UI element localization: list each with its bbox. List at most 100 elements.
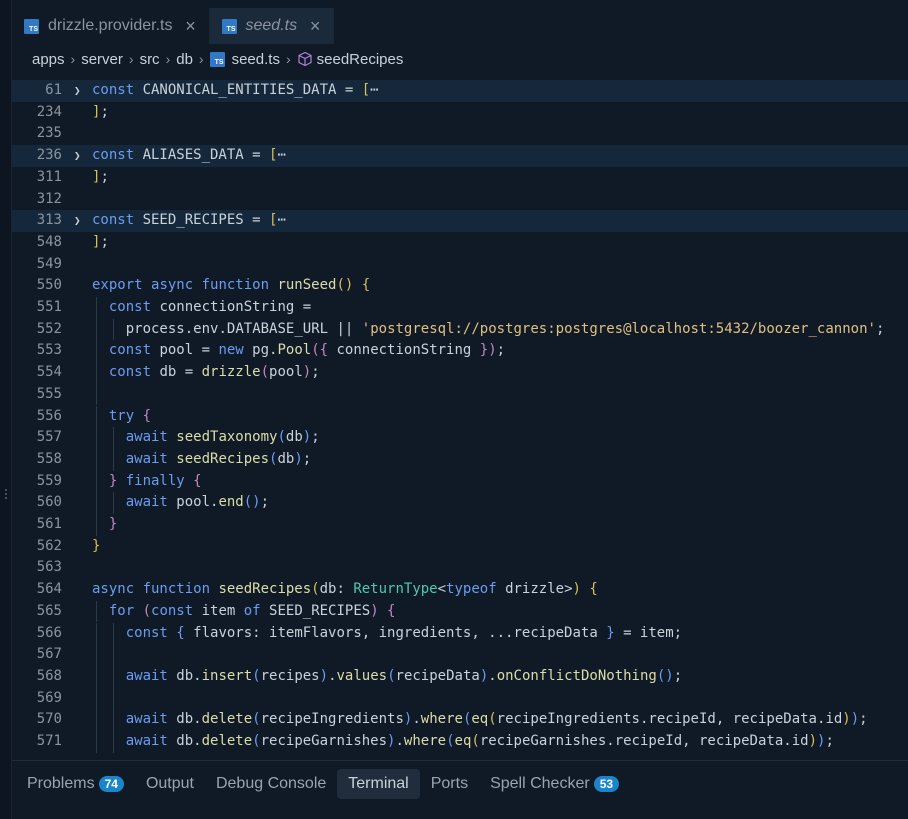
code-line[interactable]: 567: [12, 644, 908, 666]
code-token: (: [252, 667, 261, 684]
chevron-right-icon: ›: [198, 51, 204, 67]
code-line[interactable]: 61 ❯ const CANONICAL_ENTITIES_DATA = [⋯: [12, 80, 908, 102]
code-token: >: [564, 581, 573, 598]
indent-guide: [96, 600, 97, 623]
code-token: ;: [875, 320, 885, 337]
code-line[interactable]: 235: [12, 123, 908, 145]
code-token: db: [159, 364, 185, 381]
code-token: (: [252, 711, 261, 728]
code-line[interactable]: 563: [12, 557, 908, 579]
line-number: 562: [36, 537, 62, 554]
code-token: try: [108, 407, 143, 424]
code-token: (: [311, 581, 320, 598]
method-cube-icon: [297, 51, 313, 67]
code-token: seedRecipes: [218, 581, 312, 598]
indent-guide: [112, 665, 114, 688]
tab-seed[interactable]: TS seed.ts ×: [209, 8, 335, 44]
code-line[interactable]: 565 for (const item of SEED_RECIPES) {: [12, 600, 908, 623]
code-token: runSeed: [277, 277, 337, 294]
fold-chevron-icon[interactable]: ❯: [74, 80, 81, 102]
code-token: ;: [302, 450, 312, 467]
code-token: , ...: [471, 624, 514, 641]
code-line[interactable]: 561}: [12, 514, 908, 536]
panel-tab-terminal[interactable]: Terminal: [337, 769, 420, 799]
code-line[interactable]: 234];: [12, 102, 908, 124]
resize-handle[interactable]: [4, 487, 8, 505]
code-line[interactable]: 564 async function seedRecipes(db: Return…: [12, 579, 908, 601]
code-line[interactable]: 566 const { flavors: itemFlavors, ingredi…: [12, 622, 908, 645]
indent-guide: [96, 709, 97, 731]
fold-chevron-icon[interactable]: ❯: [74, 210, 81, 232]
code-token: ;: [496, 342, 506, 359]
code-token: where: [420, 711, 463, 728]
code-token: of: [243, 602, 270, 619]
code-line[interactable]: 562}: [12, 536, 908, 558]
indent-guide: [96, 731, 97, 753]
code-token: ;: [859, 711, 868, 728]
panel-tab-output[interactable]: Output: [135, 769, 205, 799]
code-token: process: [125, 320, 185, 337]
code-token: ⋯: [277, 147, 286, 164]
tab-drizzle-provider[interactable]: TS drizzle.provider.ts ×: [12, 8, 210, 44]
code-line[interactable]: 569: [12, 687, 908, 710]
breadcrumb-item[interactable]: seedRecipes: [317, 51, 404, 68]
code-token: ;: [100, 103, 109, 120]
code-line[interactable]: 559} finally {: [12, 470, 908, 493]
code-line[interactable]: 570 await db.delete(recipeIngredients).wh…: [12, 709, 908, 731]
code-line[interactable]: 549: [12, 254, 908, 276]
close-icon[interactable]: ×: [307, 17, 323, 35]
code-token: end: [218, 494, 244, 511]
code-line[interactable]: 550 export async function runSeed() {: [12, 275, 908, 297]
breadcrumb-item[interactable]: apps: [32, 51, 65, 68]
code-token: CANONICAL_ENTITIES_DATA: [142, 82, 345, 98]
code-line[interactable]: 571 await db.delete(recipeGarnishes).wher…: [12, 731, 908, 753]
code-editor[interactable]: 61 ❯ const CANONICAL_ENTITIES_DATA = [⋯ 234…: [12, 78, 908, 754]
breadcrumb-item[interactable]: seed.ts: [232, 51, 280, 68]
code-line[interactable]: 313 ❯ const SEED_RECIPES = [⋯: [12, 210, 908, 232]
line-number: 552: [36, 320, 62, 337]
breadcrumb-item[interactable]: server: [81, 51, 123, 68]
code-token: ALIASES_DATA: [142, 147, 253, 164]
indent-guide: [112, 644, 114, 666]
code-line[interactable]: 555: [12, 383, 908, 406]
code-line[interactable]: 312: [12, 189, 908, 211]
code-token: .: [193, 733, 202, 749]
close-icon[interactable]: ×: [183, 17, 199, 35]
code-line[interactable]: 558 await seedRecipes(db);: [12, 448, 908, 471]
line-number: 570: [36, 711, 62, 728]
code-text: await pool.end();: [126, 492, 269, 514]
line-number: 571: [36, 733, 62, 749]
code-token: item: [201, 602, 244, 619]
code-token: =: [252, 147, 270, 164]
code-token: for: [108, 602, 143, 619]
code-line[interactable]: 551 const connectionString =: [12, 297, 908, 319]
code-line[interactable]: 560 await pool.end();: [12, 492, 908, 514]
fold-chevron-icon[interactable]: ❯: [74, 145, 81, 167]
indent-guide: [112, 318, 114, 341]
code-line[interactable]: 554 const db = drizzle(pool);: [12, 362, 908, 384]
code-line[interactable]: 556 try {: [12, 405, 908, 428]
breadcrumb-item[interactable]: db: [176, 51, 193, 68]
code-line[interactable]: 548];: [12, 232, 908, 254]
panel-tab-problems[interactable]: Problems 74: [16, 769, 135, 799]
code-token: .: [783, 733, 792, 749]
panel-tab-ports[interactable]: Ports: [420, 769, 479, 799]
panel-tab-spell-checker[interactable]: Spell Checker 53: [479, 769, 630, 799]
code-token: seedTaxonomy: [176, 429, 278, 446]
code-token: const: [92, 82, 143, 98]
code-token: .: [218, 320, 227, 337]
line-number: 563: [36, 559, 62, 576]
code-text: for (const item of SEED_RECIPES) {: [109, 601, 396, 623]
code-line[interactable]: 311];: [12, 167, 908, 189]
code-line[interactable]: 557 await seedTaxonomy(db);: [12, 427, 908, 449]
panel-tab-debug-console[interactable]: Debug Console: [205, 769, 337, 799]
code-text: } finally {: [109, 471, 202, 493]
code-token: recipeIngredients: [496, 711, 640, 728]
chevron-right-icon: ›: [165, 51, 171, 67]
code-line[interactable]: 236 ❯ const ALIASES_DATA = [⋯: [12, 145, 908, 167]
code-line[interactable]: 552 process.env.DATABASE_URL || 'postgres…: [12, 318, 908, 341]
code-token: }: [606, 624, 624, 641]
code-line[interactable]: 568 await db.insert(recipes).values(recip…: [12, 665, 908, 688]
breadcrumb-item[interactable]: src: [140, 51, 160, 68]
code-line[interactable]: 553 const pool = new pg.Pool({ connection…: [12, 340, 908, 363]
